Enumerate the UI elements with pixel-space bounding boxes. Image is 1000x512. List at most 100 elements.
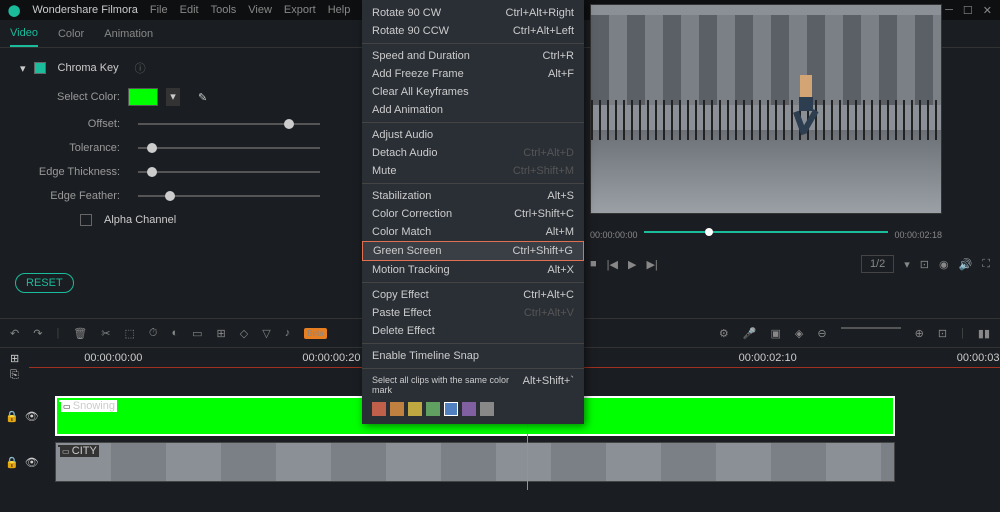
lock-icon[interactable]: 🔒 <box>5 456 19 469</box>
menu-export[interactable]: Export <box>284 4 316 16</box>
redo-icon[interactable]: ↷ <box>33 327 42 340</box>
menu-edit[interactable]: Edit <box>180 4 199 16</box>
fullscreen-icon[interactable]: ⛶ <box>982 258 990 271</box>
app-title: Wondershare Filmora <box>32 4 138 16</box>
tab-color[interactable]: Color <box>58 22 84 46</box>
zoom-in-icon[interactable]: ⊕ <box>915 327 924 340</box>
tolerance-label: Tolerance: <box>20 142 120 154</box>
edge-thickness-slider[interactable] <box>138 171 320 173</box>
mi-freeze[interactable]: Add Freeze FrameAlt+F <box>362 65 584 83</box>
swatch-purple[interactable] <box>462 402 476 416</box>
link-icon[interactable]: ⎘ <box>10 369 19 382</box>
mi-motion-tracking[interactable]: Motion TrackingAlt+X <box>362 261 584 279</box>
chevron-down-icon[interactable]: ▾ <box>20 62 26 75</box>
mi-color-correction[interactable]: Color CorrectionCtrl+Shift+C <box>362 205 584 223</box>
close-icon[interactable]: ✕ <box>983 4 992 17</box>
mic-icon[interactable]: 🎤 <box>743 327 757 340</box>
marker-icon[interactable]: ▽ <box>262 327 270 340</box>
maximize-icon[interactable]: ☐ <box>963 4 973 17</box>
swatch-red[interactable] <box>372 402 386 416</box>
mask-icon[interactable]: ⊞ <box>217 327 226 340</box>
prev-button[interactable]: |◀ <box>607 258 618 271</box>
mi-adjust-audio: Adjust Audio <box>362 126 584 144</box>
offset-slider[interactable] <box>138 123 320 125</box>
swatch-blue[interactable] <box>444 402 458 416</box>
next-button[interactable]: ▶| <box>646 258 657 271</box>
color-dropdown[interactable]: ▾ <box>166 88 180 106</box>
fit-icon[interactable]: ⊡ <box>938 327 947 340</box>
menu-tools[interactable]: Tools <box>211 4 237 16</box>
scrubber-track[interactable] <box>644 231 889 233</box>
render-icon[interactable]: ▣ <box>771 327 781 340</box>
chroma-checkbox[interactable] <box>34 62 46 74</box>
mi-delete-effect[interactable]: Delete Effect <box>362 322 584 340</box>
stop-button[interactable]: ■ <box>590 258 597 270</box>
tab-animation[interactable]: Animation <box>104 22 153 46</box>
mi-color-mark[interactable]: Select all clips with the same color mar… <box>362 372 584 398</box>
eyedropper-icon[interactable]: ✎ <box>198 91 207 104</box>
mi-rotate-ccw[interactable]: Rotate 90 CCWCtrl+Alt+Left <box>362 22 584 40</box>
toggle-icon[interactable]: ▮▮ <box>978 327 990 340</box>
eye-icon[interactable]: 👁 <box>25 410 39 423</box>
video-track: 🔒 👁 ▭ CITY <box>0 442 1000 482</box>
edge-thickness-label: Edge Thickness: <box>20 166 120 178</box>
play-button[interactable]: ▶ <box>628 258 636 271</box>
menu-view[interactable]: View <box>248 4 272 16</box>
alpha-checkbox[interactable] <box>80 214 92 226</box>
zoom-slider[interactable] <box>841 327 901 329</box>
add-track-icon[interactable]: ⊞ <box>10 352 19 365</box>
speed-icon[interactable]: ⏱ <box>149 327 158 340</box>
undo-icon[interactable]: ↶ <box>10 327 19 340</box>
menu-help[interactable]: Help <box>328 4 351 16</box>
mixer-icon[interactable]: ⚙ <box>719 327 729 340</box>
chroma-title: Chroma Key <box>58 62 119 74</box>
swatch-green[interactable] <box>426 402 440 416</box>
color-icon[interactable]: ◐ <box>171 327 178 339</box>
crop-icon[interactable]: ⬚ <box>124 327 134 340</box>
mi-green-screen[interactable]: Green ScreenCtrl+Shift+G <box>362 241 584 261</box>
greenscreen-icon[interactable]: ▭ <box>192 327 202 340</box>
display-icon[interactable]: ⊡ <box>920 258 929 271</box>
app-logo: ⬤ <box>8 4 20 17</box>
eye-icon[interactable]: 👁 <box>25 456 39 469</box>
mi-rotate-cw[interactable]: Rotate 90 CWCtrl+Alt+Right <box>362 4 584 22</box>
mi-color-match[interactable]: Color MatchAlt+M <box>362 223 584 241</box>
snapshot-icon[interactable]: ◉ <box>939 258 949 271</box>
zoom-out-icon[interactable]: ⊖ <box>817 327 826 340</box>
lock-icon[interactable]: 🔒 <box>5 410 19 423</box>
swatch-yellow[interactable] <box>408 402 422 416</box>
chroma-key-panel: ▾ Chroma Key ⓘ Select Color:▾✎ Offset: T… <box>0 48 350 268</box>
mi-copy-effect[interactable]: Copy EffectCtrl+Alt+C <box>362 286 584 304</box>
mi-stabilization[interactable]: StabilizationAlt+S <box>362 187 584 205</box>
info-icon[interactable]: ⓘ <box>135 60 146 76</box>
mi-mute: MuteCtrl+Shift+M <box>362 162 584 180</box>
edge-feather-slider[interactable] <box>138 195 320 197</box>
marker-add-icon[interactable]: ◈ <box>795 327 803 340</box>
swatch-orange[interactable] <box>390 402 404 416</box>
mi-clear-keyframes: Clear All Keyframes <box>362 83 584 101</box>
keyframe-icon[interactable]: ◇ <box>240 327 248 340</box>
playback-controls: ■ |◀ ▶ ▶| 1/2 ▾ ⊡ ◉ 🔊 ⛶ <box>590 255 990 273</box>
mi-speed[interactable]: Speed and DurationCtrl+R <box>362 47 584 65</box>
zoom-dropdown-icon[interactable]: ▾ <box>904 258 910 271</box>
time-end: 00:00:02:18 <box>894 230 942 240</box>
delete-icon[interactable]: 🗑 <box>73 327 87 340</box>
cut-icon[interactable]: ✂ <box>101 327 110 340</box>
swatch-gray[interactable] <box>480 402 494 416</box>
color-swatch[interactable] <box>128 88 158 106</box>
preview-scrubber: 00:00:00:00 00:00:02:18 <box>590 230 942 240</box>
audio-icon[interactable]: ♪ <box>285 327 291 339</box>
mi-add-animation[interactable]: Add Animation <box>362 101 584 119</box>
tolerance-slider[interactable] <box>138 147 320 149</box>
clip-video[interactable]: ▭ CITY <box>55 442 895 482</box>
volume-icon[interactable]: 🔊 <box>959 258 973 271</box>
mi-paste-effect: Paste EffectCtrl+Alt+V <box>362 304 584 322</box>
beta-badge: Beta <box>304 328 326 339</box>
reset-button[interactable]: RESET <box>15 273 74 293</box>
minimize-icon[interactable]: ─ <box>945 4 953 16</box>
menu-file[interactable]: File <box>150 4 168 16</box>
zoom-select[interactable]: 1/2 <box>861 255 894 273</box>
mi-timeline-snap[interactable]: Enable Timeline Snap <box>362 347 584 365</box>
time-start: 00:00:00:00 <box>590 230 638 240</box>
tab-video[interactable]: Video <box>10 21 38 47</box>
